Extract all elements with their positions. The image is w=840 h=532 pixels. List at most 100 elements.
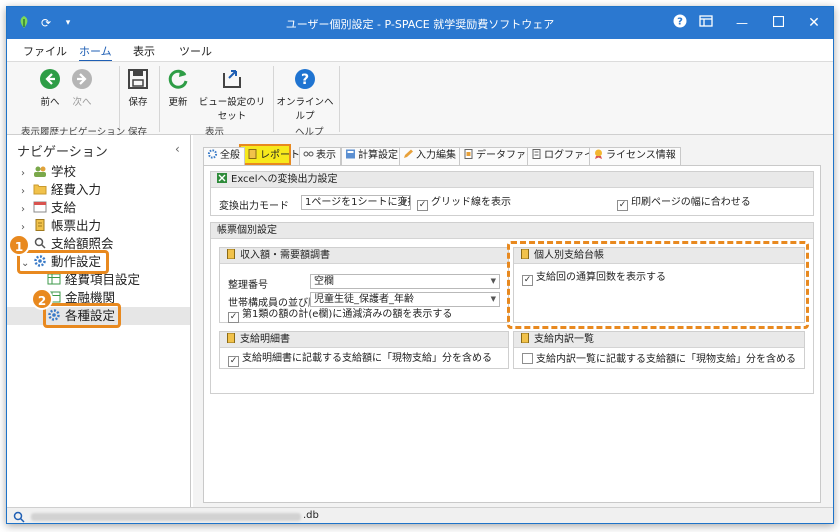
- document-icon: [35, 219, 45, 231]
- payment-statement-title: 支給明細書: [240, 334, 290, 345]
- highlight-operation-settings: [17, 250, 109, 274]
- report-icon: [227, 249, 235, 259]
- checkbox-checked[interactable]: ✓: [617, 200, 628, 211]
- nav-item-label: 学校: [51, 164, 77, 179]
- database-path-redacted: [31, 513, 301, 521]
- refresh-button[interactable]: 更新: [163, 68, 193, 108]
- first-class-label: 第1類の額の計(e欄)に通減済みの額を表示する: [242, 309, 453, 320]
- excel-section-header: Excelへの変換出力設定: [211, 172, 813, 188]
- payment-statement-section: 支給明細書 ✓ 支給明細書に記載する支給額に「現物支給」分を含める: [219, 331, 509, 369]
- output-mode-select[interactable]: 1ページを1シートに変換 ▼: [301, 195, 411, 210]
- layout-icon[interactable]: [697, 14, 715, 32]
- tab-label: ライセンス情報: [606, 150, 676, 161]
- status-bar: .db: [7, 507, 833, 523]
- app-window: ⟳ ▾ ユーザー個別設定 - P-SPACE 就学奨励費ソフトウェア ? — ✕…: [6, 6, 834, 524]
- nav-item-label: 支給: [51, 200, 77, 215]
- dropdown-arrow-icon: ▼: [490, 277, 496, 285]
- dropdown-arrow-icon: ▼: [490, 295, 496, 303]
- report-settings-panel: Excelへの変換出力設定 変換出力モード 1ページを1シートに変換 ▼ ✓ グリッ…: [203, 165, 821, 503]
- minimize-button[interactable]: —: [733, 14, 751, 32]
- menu-tools[interactable]: ツール: [179, 43, 212, 59]
- help-circle-icon[interactable]: ?: [671, 14, 689, 32]
- back-button[interactable]: 前へ: [35, 68, 65, 108]
- highlight-individual-ledger: [507, 241, 809, 329]
- next-button[interactable]: 次へ: [67, 68, 97, 108]
- nav-item-label: 経費項目設定: [65, 272, 141, 287]
- online-help-label: オンラインヘルプ: [276, 97, 334, 122]
- refresh-label: 更新: [168, 97, 188, 108]
- folder-icon: [33, 184, 47, 195]
- payment-breakdown-section: 支給内訳一覧 支給内訳一覧に記載する支給額に「現物支給」分を含める: [513, 331, 805, 369]
- save-button[interactable]: 保存: [123, 68, 153, 108]
- nav-header: ナビゲーション: [17, 145, 108, 160]
- close-button[interactable]: ✕: [805, 14, 823, 32]
- collapse-chevron-icon[interactable]: ‹: [175, 142, 180, 156]
- ribbon-separator: [273, 66, 274, 132]
- nav-item-payment[interactable]: › 支給: [21, 199, 76, 217]
- tab-report[interactable]: レポート: [243, 147, 305, 165]
- report-icon: [227, 333, 235, 343]
- tab-calculation[interactable]: 計算設定: [341, 147, 403, 165]
- step-badge-2: 2: [31, 288, 53, 310]
- license-icon: [595, 149, 602, 159]
- income-demand-section: 収入額・需要額調書 整理番号 空欄 ▼ 世帯構成員の並び順 児童生徒_保護者_年齢…: [219, 247, 509, 323]
- nav-item-label: 支給額照会: [51, 236, 114, 251]
- log-icon: [532, 149, 541, 159]
- nav-item-expense-input[interactable]: › 経費入力: [21, 181, 101, 199]
- database-path-suffix: .db: [303, 510, 319, 521]
- search-icon: [34, 237, 46, 249]
- excel-section-title: Excelへの変換出力設定: [231, 174, 338, 185]
- fit-width-checkbox[interactable]: ✓ 印刷ページの幅に合わせる: [617, 197, 751, 211]
- tab-input-edit[interactable]: 入力編集: [399, 147, 461, 165]
- nav-item-school[interactable]: › 学校: [21, 163, 76, 181]
- sort-no-label: 整理番号: [228, 280, 268, 291]
- menu-file[interactable]: ファイル: [23, 43, 67, 59]
- household-order-select[interactable]: 児童生徒_保護者_年齢 ▼: [310, 292, 500, 307]
- checkbox-checked[interactable]: ✓: [228, 356, 239, 367]
- first-class-checkbox[interactable]: ✓ 第1類の額の計(e欄)に通減済みの額を表示する: [228, 309, 452, 323]
- reset-view-icon: [223, 70, 241, 88]
- tab-general[interactable]: 全般: [203, 147, 245, 165]
- excel-section: Excelへの変換出力設定 変換出力モード 1ページを1シートに変換 ▼ ✓ グリッ…: [210, 171, 814, 216]
- breakdown-goods-checkbox[interactable]: 支給内訳一覧に記載する支給額に「現物支給」分を含める: [522, 353, 796, 366]
- help-icon: ?: [295, 69, 315, 89]
- tab-label: 表示: [316, 150, 336, 161]
- tab-label: 全般: [220, 150, 240, 161]
- back-label: 前へ: [40, 97, 60, 108]
- navigation-pane: ナビゲーション ‹ ›学校 ›経費入力 ›支給 ›帳票出力 ›支給額照会 ⌄動作…: [7, 135, 191, 507]
- step-badge-1: 1: [8, 234, 30, 256]
- pencil-icon: [404, 149, 413, 158]
- gridlines-label: グリッド線を表示: [431, 197, 511, 208]
- ribbon-separator: [339, 66, 340, 132]
- menu-home[interactable]: ホーム: [79, 43, 112, 62]
- svg-text:?: ?: [677, 17, 683, 28]
- tab-license[interactable]: ライセンス情報: [589, 147, 681, 165]
- checkbox-checked[interactable]: ✓: [417, 200, 428, 211]
- menu-view[interactable]: 表示: [133, 43, 155, 59]
- statement-goods-label: 支給明細書に記載する支給額に「現物支給」分を含める: [242, 353, 492, 364]
- checkbox-unchecked[interactable]: [522, 353, 533, 364]
- arrow-right-icon: [72, 69, 92, 89]
- calculator-icon: [346, 149, 355, 159]
- online-help-button[interactable]: ? オンラインヘルプ: [275, 68, 335, 122]
- household-order-value: 児童生徒_保護者_年齢: [314, 294, 414, 305]
- ribbon: 前へ 次へ 保存 更新 ビュー設定のリセット ? オンラインヘルプ 表示履歴ナビ…: [7, 61, 833, 138]
- income-demand-header: 収入額・需要額調書: [220, 248, 508, 264]
- tab-label: 入力編集: [416, 150, 456, 161]
- payment-breakdown-header: 支給内訳一覧: [514, 332, 804, 348]
- gridlines-checkbox[interactable]: ✓ グリッド線を表示: [417, 197, 511, 211]
- menu-bar: ファイル ホーム 表示 ツール: [7, 39, 833, 62]
- gear-icon: [207, 149, 218, 159]
- refresh-icon: [168, 69, 188, 89]
- reset-view-button[interactable]: ビュー設定のリセット: [195, 68, 269, 122]
- next-label: 次へ: [72, 97, 92, 108]
- excel-icon: [217, 173, 227, 183]
- checkbox-checked[interactable]: ✓: [228, 312, 239, 323]
- nav-item-report-output[interactable]: › 帳票出力: [21, 217, 101, 235]
- maximize-button[interactable]: [769, 14, 787, 32]
- tab-label: 計算設定: [358, 150, 398, 161]
- sort-no-select[interactable]: 空欄 ▼: [310, 274, 500, 289]
- breakdown-goods-label: 支給内訳一覧に記載する支給額に「現物支給」分を含める: [536, 354, 796, 365]
- tab-display[interactable]: 表示: [299, 147, 341, 165]
- statement-goods-checkbox[interactable]: ✓ 支給明細書に記載する支給額に「現物支給」分を含める: [228, 353, 492, 367]
